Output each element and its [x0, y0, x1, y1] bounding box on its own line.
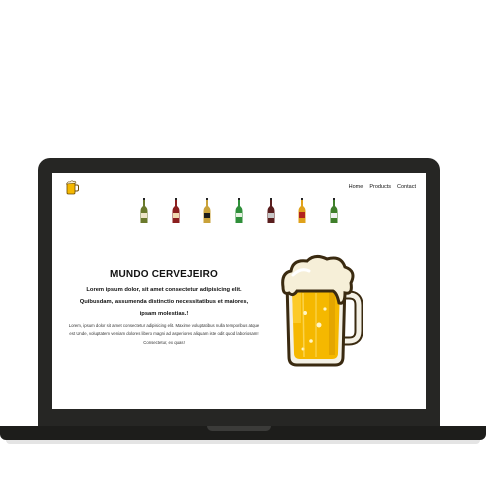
- nav-home[interactable]: Home: [349, 184, 364, 190]
- nav-contact[interactable]: Contact: [397, 184, 416, 190]
- hero-lead-text: Lorem ipsum dolor, sit amet consectetur …: [79, 287, 249, 317]
- page-title: MUNDO CERVEJEIRO: [109, 269, 219, 280]
- top-nav: Home Products Contact: [349, 184, 416, 190]
- product-bottles: [140, 198, 338, 224]
- beer-bottle-icon[interactable]: [235, 198, 243, 224]
- laptop-screen: Home Products Contact MUNDO CERVEJEIRO L…: [52, 173, 426, 409]
- beer-bottle-icon[interactable]: [140, 198, 148, 224]
- beer-mug-icon[interactable]: [65, 179, 79, 195]
- laptop-notch: [207, 426, 271, 431]
- hero-body-text: Lorem, ipsum dolor sit amet consectetur …: [68, 323, 260, 345]
- nav-products[interactable]: Products: [369, 184, 391, 190]
- beer-bottle-icon[interactable]: [298, 198, 306, 224]
- beer-bottle-icon[interactable]: [203, 198, 211, 224]
- beer-bottle-icon[interactable]: [172, 198, 180, 224]
- laptop-shadow: [6, 440, 480, 444]
- beer-bottle-icon[interactable]: [330, 198, 338, 224]
- hero-section: MUNDO CERVEJEIRO Lorem ipsum dolor, sit …: [64, 269, 264, 347]
- beer-mug-illustration: [281, 254, 363, 367]
- beer-bottle-icon[interactable]: [267, 198, 275, 224]
